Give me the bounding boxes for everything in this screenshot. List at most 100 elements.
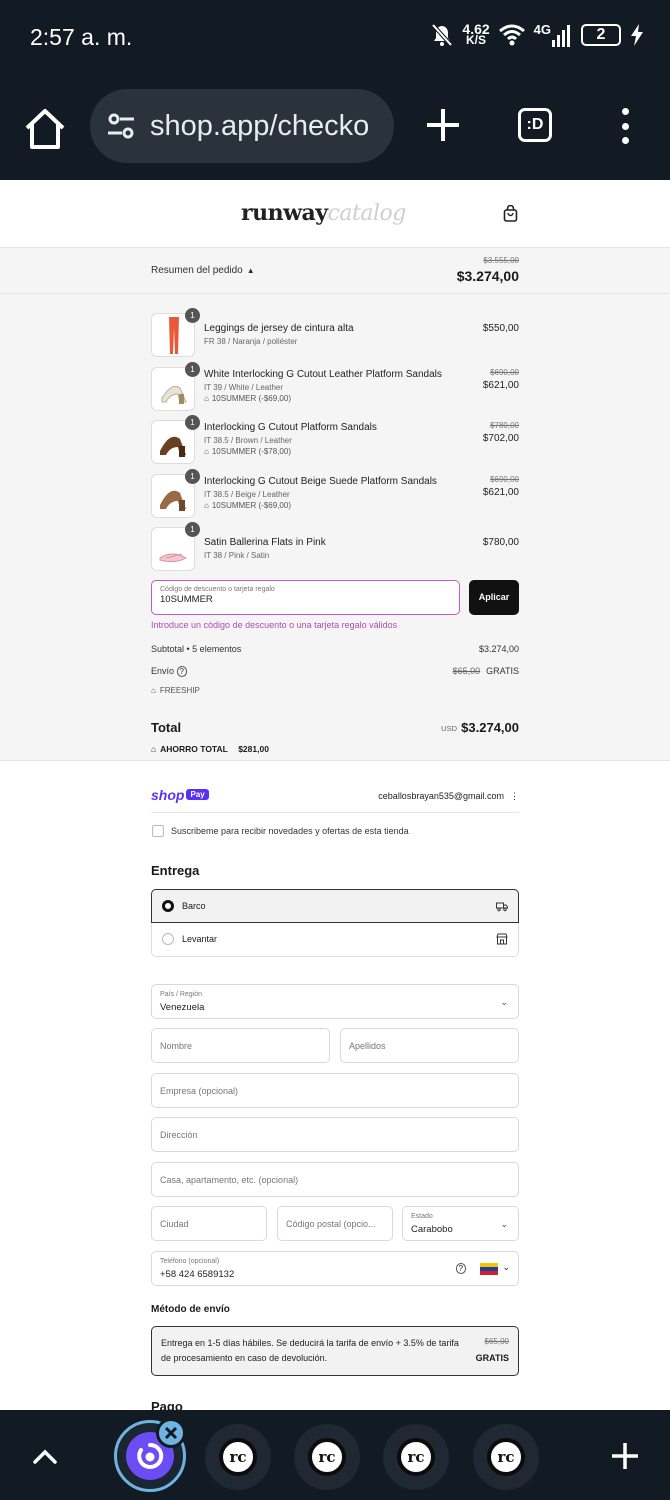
account-email[interactable]: ceballosbrayan535@gmail.com ⋮ [378,791,519,802]
tab-thumbnail[interactable]: rc [383,1424,449,1490]
more-options-icon[interactable]: ⋮ [510,791,519,802]
product-name: Satin Ballerina Flats in Pink [204,537,326,548]
line-item: 1 Satin Ballerina Flats in Pink IT 38 / … [151,522,519,576]
checkout-page: runwaycatalog Resumen del pedido ▲ $3.555… [0,180,670,1410]
new-tab-icon[interactable] [424,106,462,144]
state-select[interactable]: Estado Carabobo ⌄ [402,1206,519,1241]
delivery-options: Barco Levantar [151,888,519,957]
address-placeholder: Dirección [160,1130,198,1140]
product-variant: IT 38.5 / Beige / Leather [204,489,290,499]
product-price: $780,00 [482,537,519,548]
overflow-menu-icon[interactable] [618,108,632,144]
chevron-up-icon[interactable] [30,1442,60,1472]
discount-code-input[interactable]: Código de descuento o tarjeta regalo 10S… [151,579,460,615]
last-name-input[interactable]: Apellidos [340,1028,519,1063]
first-name-input[interactable]: Nombre [151,1028,330,1063]
phone-input[interactable]: Teléfono (opcional) +58 424 6589132 ? ⌄ [151,1251,519,1286]
product-variant: IT 39 / White / Leather [204,382,284,392]
site-favicon: rc [308,1438,346,1476]
apartment-input[interactable]: Casa, apartamento, etc. (opcional) [151,1162,519,1197]
battery-level: 2 [596,25,606,43]
close-tab-icon[interactable] [156,1418,186,1448]
discount-tag: ⌂ 10SUMMER (-$69,00) [204,500,291,510]
tag-icon: ⌂ [204,393,209,403]
city-placeholder: Ciudad [160,1219,189,1229]
line-item: 1 White Interlocking G Cutout Leather Pl… [151,361,519,416]
shipping-value: $65,00 GRATIS [452,665,519,676]
address-bar[interactable]: shop.app/checko [90,89,394,163]
first-name-placeholder: Nombre [160,1041,193,1051]
shipping-method-description: Entrega en 1-5 días hábiles. Se deducirá… [161,1338,459,1363]
order-summary-toggle[interactable]: Resumen del pedido ▲ $3.555,00 $3.274,00 [0,248,670,294]
chevron-up-icon: ▲ [246,266,255,275]
radio-selected[interactable] [162,899,174,912]
tag-icon: ⌂ [204,500,209,510]
city-input[interactable]: Ciudad [151,1206,267,1241]
mute-bell-icon [431,23,453,46]
order-summary-label[interactable]: Resumen del pedido ▲ [151,265,255,276]
store-icon [496,933,508,944]
tab-thumbnail[interactable]: rc [473,1424,539,1490]
help-icon[interactable]: ? [455,1263,466,1274]
chevron-down-icon: ⌄ [500,1219,508,1229]
address-input[interactable]: Dirección [151,1117,519,1152]
url-text[interactable]: shop.app/checko [150,110,369,143]
line-item: 1 Interlocking G Cutout Platform Sandals… [151,415,519,469]
discount-tag: ⌂ 10SUMMER (-$69,00) [204,393,291,403]
country-select[interactable]: País / Región Venezuela ⌄ [151,984,519,1019]
state-value: Carabobo [411,1224,453,1235]
status-icons: 4.62 K/S 4G 2 [431,22,644,47]
newsletter-checkbox-row[interactable]: Suscribeme para recibir novedades y ofer… [151,813,519,849]
freeship-tag: ⌂ FREESHIP [151,685,200,695]
add-tab-icon[interactable] [609,1440,641,1472]
delivery-option-pickup[interactable]: Levantar [151,922,519,957]
subtotal-label: Subtotal • 5 elementos [151,643,242,654]
newsletter-checkbox[interactable] [152,824,164,837]
wifi-icon [498,24,525,45]
site-settings-icon[interactable] [106,111,136,141]
help-icon[interactable]: ? [176,665,187,677]
discount-code-value[interactable]: 10SUMMER [160,594,451,605]
payment-title: Pago [151,1399,183,1410]
radio-unselected[interactable] [162,932,174,945]
site-favicon: rc [397,1438,435,1476]
product-old-price: $690,00 [490,474,519,484]
venezuela-flag-icon[interactable] [480,1263,498,1275]
quantity-badge: 1 [185,415,200,430]
apply-discount-button[interactable]: Aplicar [469,579,519,615]
chevron-down-icon: ⌄ [502,1262,510,1272]
company-input[interactable]: Empresa (opcional) [151,1073,519,1108]
tab-switcher-button[interactable]: :D [518,108,552,142]
product-name: Interlocking G Cutout Beige Suede Platfo… [204,475,437,487]
apartment-placeholder: Casa, apartamento, etc. (opcional) [160,1175,299,1185]
store-header: runwaycatalog [0,180,670,248]
logo-light: catalog [327,201,407,226]
logo-bold: runway [241,200,328,226]
net-speed: 4.62 K/S [462,22,489,47]
tab-thumbnail[interactable]: rc [205,1424,271,1490]
tag-icon: ⌂ [204,447,209,456]
net-speed-unit: K/S [466,32,487,47]
phone-value[interactable]: +58 424 6589132 [160,1269,234,1280]
delivery-option-label: Barco [182,900,206,911]
totals: Subtotal • 5 elementos $3.274,00 Envío ?… [0,640,670,760]
shipping-row: Envío ? $65,00 GRATIS [151,662,519,684]
tab-strip: rc rc rc rc [0,1410,670,1500]
product-price: $702,00 [482,433,519,444]
shop-pay-account: shop Pay ceballosbrayan535@gmail.com ⋮ [151,761,519,813]
delivery-option-ship[interactable]: Barco [151,888,519,923]
tab-switcher-label: :D [526,116,544,133]
home-icon[interactable] [22,106,68,152]
discount-code-label: Código de descuento o tarjeta regalo [160,585,275,593]
postal-code-input[interactable]: Código postal (opcio... [277,1206,393,1241]
store-logo[interactable]: runwaycatalog [241,200,406,226]
shipping-method-option[interactable]: Entrega en 1-5 días hábiles. Se deducirá… [151,1326,519,1376]
product-name: White Interlocking G Cutout Leather Plat… [204,368,442,380]
browser-toolbar: shop.app/checko :D [0,78,670,180]
tab-thumbnail[interactable]: rc [294,1424,360,1490]
quantity-badge: 1 [185,361,200,377]
summary-original-total: $3.555,00 [483,256,519,265]
charging-bolt-icon [631,23,643,46]
product-variant: IT 38 / Pink / Satin [204,551,270,560]
shopping-bag-icon[interactable] [503,205,518,222]
